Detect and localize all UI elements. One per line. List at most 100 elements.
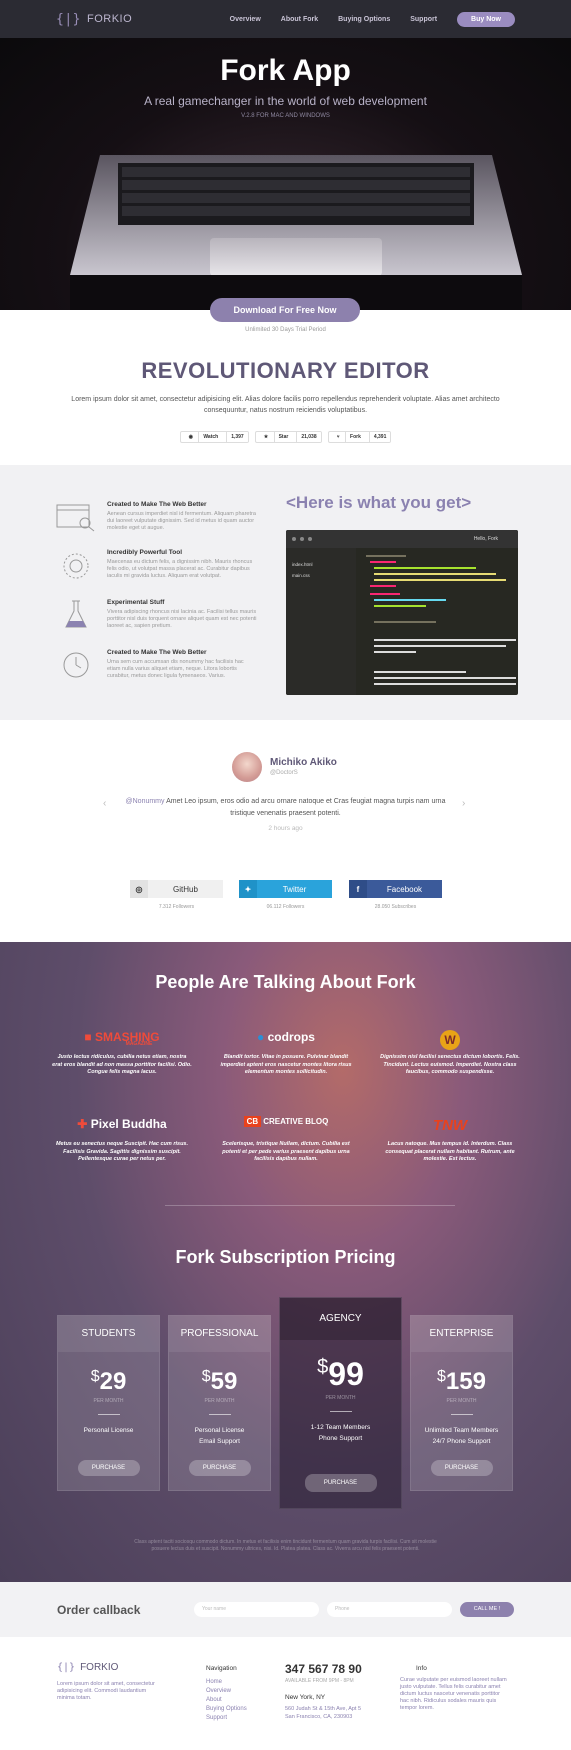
code-lines [366,555,516,685]
mention-link[interactable]: @Nonummy [126,798,165,805]
footer-phone[interactable]: 347 567 78 90 [285,1662,362,1676]
footer-link-home[interactable]: Home [206,1679,222,1685]
press-item: W Dignissim nisl facilisi senectus dictu… [380,1030,520,1077]
press-quote: Scelerisque, tristique Nullam, dictum. C… [222,1141,350,1162]
plan-feature: 24/7 Phone Support [432,1438,491,1445]
pixelbuddha-icon: ✚ [77,1117,91,1131]
plan-price: $159 [437,1368,486,1395]
plan-divider [97,1414,120,1415]
testimonial-name: Michiko Akiko [270,757,337,768]
press-quote: Dignissim nisl facilisi senectus dictum … [380,1054,520,1075]
buy-now-button[interactable]: Buy Now [457,11,515,27]
footer: {|} FORKIO Lorem ipsum dolor sit amet, c… [0,1637,571,1750]
footer-nav-title: Navigation [206,1665,237,1672]
trial-note: Unlimited 30 Days Trial Period [245,327,326,333]
purchase-button[interactable]: PURCHASE [188,1460,251,1476]
press-item: CB CREATIVE BLOQ Scelerisque, tristique N… [216,1116,356,1164]
download-button[interactable]: Download For Free Now [210,298,360,322]
logo-bracket-icon: {|} [57,1662,76,1673]
testimonial-handle[interactable]: @DoctorS [270,770,298,776]
webdesigner-logo[interactable]: W [380,1030,520,1050]
name-input[interactable]: Your name [194,1602,319,1617]
feature-text: Urna sem cum accumsan dis nonummy hac fa… [107,659,244,679]
github-star-button[interactable]: ★ Star 21,038 [254,431,322,443]
plan-period: PER MONTH [204,1398,235,1404]
github-fork-button[interactable]: ⑂ Fork 4,391 [327,431,392,443]
purchase-button[interactable]: PURCHASE [77,1460,140,1476]
press-and-pricing-section: People Are Talking About Fork ■ SMASHING… [0,942,571,1582]
main-nav: Overview About Fork Buying Options Suppo… [230,11,515,27]
github-icon: ◎ [130,880,148,898]
github-watch-button[interactable]: ◉ Watch 1,397 [179,431,249,443]
footer-availability: AVAILABLE FROM 9PM - 8PM [285,1678,354,1684]
call-me-button[interactable]: CALL ME ! [460,1602,514,1617]
star-icon: ★ [263,434,270,440]
smashing-logo[interactable]: ■ SMASHING MAGAZINE [52,1030,192,1048]
phone-input[interactable]: Phone [327,1602,452,1617]
editor-title: REVOLUTIONARY EDITOR [141,358,430,383]
footer-logo[interactable]: {|} FORKIO [57,1662,118,1673]
press-title: People Are Talking About Fork [155,972,416,992]
plan-card-agency: AGENCY $99 PER MONTH 1-12 Team Members P… [279,1297,402,1509]
pricing-title: Fork Subscription Pricing [175,1247,396,1267]
top-navbar: {|} FORKIO Overview About Fork Buying Op… [0,0,571,38]
feature-text: Vivera adipiscing rhoncus nisi lacinia a… [107,609,257,629]
code-file: main.css [292,573,310,578]
testimonial-time: 2 hours ago [268,825,303,832]
next-arrow-icon[interactable]: › [462,798,465,809]
plan-card-professional: PROFESSIONAL $59 PER MONTH Personal Lice… [168,1315,271,1491]
code-file: index.html [292,562,313,567]
flask-icon [65,600,87,628]
footer-link-support[interactable]: Support [206,1715,227,1721]
hero-title: Fork App [220,54,351,87]
plan-period: PER MONTH [93,1398,124,1404]
laptop-image [70,155,522,310]
plan-card-students: STUDENTS $29 PER MONTH Personal License … [57,1315,160,1491]
window-dot-icon [308,537,312,541]
logo-bracket-icon: {|} [56,11,81,27]
nav-item-overview[interactable]: Overview [230,16,261,23]
hero-version: V.2.8 FOR MAC AND WINDOWS [241,113,330,119]
feature-title: Created to Make The Web Better [107,501,207,508]
codrops-logo[interactable]: ● codrops [216,1030,356,1048]
creativebloq-logo[interactable]: CB CREATIVE BLOQ [216,1116,356,1135]
prev-arrow-icon[interactable]: ‹ [103,798,106,809]
section-divider [165,1205,455,1206]
purchase-button[interactable]: PURCHASE [430,1460,493,1476]
footer-link-buying-options[interactable]: Buying Options [206,1706,247,1712]
nav-item-buying-options[interactable]: Buying Options [338,16,390,23]
clock-icon [63,652,89,678]
press-quote: Lacus natoque. Mus tempus id. Interdum. … [385,1141,515,1162]
footer-info-title: Info [416,1665,427,1672]
plan-divider [208,1414,231,1415]
footer-link-overview[interactable]: Overview [206,1688,231,1694]
header-logo[interactable]: {|} FORKIO [56,12,132,27]
code-editor-screenshot: Hello, Fork index.html main.css [286,530,518,695]
callback-section: Order callback Your name Phone CALL ME ! [0,1582,571,1637]
window-dot-icon [292,537,296,541]
plan-card-enterprise: ENTERPRISE $159 PER MONTH Unlimited Team… [410,1315,513,1491]
pixelbuddha-logo[interactable]: ✚ Pixel Buddha [52,1117,192,1135]
browser-search-icon [56,504,95,532]
plan-name: PROFESSIONAL [169,1316,270,1352]
code-window-title: Hello, Fork [473,536,498,542]
footer-address: 560 Judah St & 15th Ave, Apt 5 San Franc… [285,1706,362,1720]
features-heading: <Here is what you get> [286,493,472,512]
feature-title: Incredibly Powerful Tool [107,549,182,556]
purchase-button[interactable]: PURCHASE [304,1474,377,1492]
hero-subtitle: A real gamechanger in the world of web d… [144,94,427,108]
footer-city: New York, NY [285,1694,326,1701]
plan-feature: Personal License [194,1427,245,1434]
twitter-social-button[interactable]: ✦ Twitter [239,880,332,898]
github-social-button[interactable]: ◎ GitHub [130,880,223,898]
plan-name: AGENCY [280,1298,401,1340]
plan-feature: Phone Support [318,1435,363,1442]
hero-section: Fork App A real gamechanger in the world… [0,38,571,310]
nav-item-about[interactable]: About Fork [281,16,318,23]
nav-item-support[interactable]: Support [410,16,437,23]
press-quote: Justo lectus ridiculus, cubilia netus et… [52,1054,192,1075]
footer-link-about[interactable]: About [206,1697,222,1703]
facebook-social-button[interactable]: f Facebook [349,880,442,898]
codrops-drop-icon: ● [257,1030,268,1044]
tnw-logo[interactable]: TNW [380,1117,520,1135]
